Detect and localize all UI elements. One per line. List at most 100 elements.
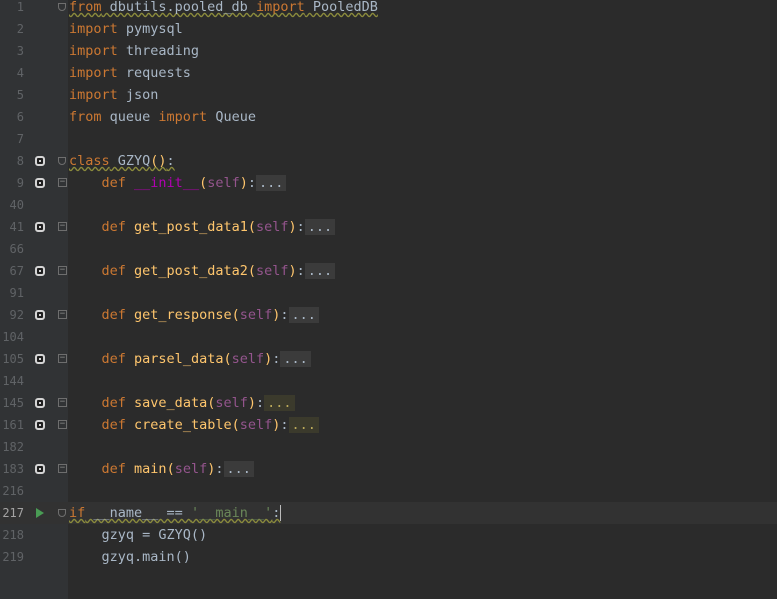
code-token: def [101,417,126,433]
code-token: self [231,351,265,367]
fold-toggle-icon[interactable]: − [58,222,67,231]
code-token: parsel_data [134,351,224,367]
code-line-182[interactable]: 182 [0,436,777,458]
fold-toggle-icon[interactable] [58,509,66,517]
code-text[interactable]: def create_table(self):... [69,414,319,436]
breakpoint-icon[interactable] [33,396,47,410]
code-line-2[interactable]: 2 import pymysql [0,18,777,40]
code-token: ( [231,417,240,433]
breakpoint-icon[interactable] [33,154,47,168]
code-line-161[interactable]: 161 − def create_table(self):... [0,414,777,436]
code-line-8[interactable]: 8 class GZYQ(): [0,150,777,172]
code-text[interactable]: def get_response(self):... [69,304,319,326]
code-text[interactable]: import pymysql [69,18,183,40]
code-editor[interactable]: 1 from dbutils.pooled_db import PooledDB 2… [0,0,777,599]
code-text[interactable]: from dbutils.pooled_db import PooledDB [69,0,378,18]
fold-toggle-icon[interactable]: − [58,354,67,363]
code-line-144[interactable]: 144 [0,370,777,392]
code-token: __init__ [134,175,200,191]
code-token: def [101,395,126,411]
code-line-6[interactable]: 6 from queue import Queue [0,106,777,128]
code-line-183[interactable]: 183 − def main(self):... [0,458,777,480]
code-text[interactable]: gzyq.main() [69,546,191,568]
folded-region[interactable]: ... [288,417,319,433]
breakpoint-icon[interactable] [33,220,47,234]
code-line-3[interactable]: 3 import threading [0,40,777,62]
code-text[interactable]: def get_post_data1(self):... [69,216,336,238]
fold-toggle-icon[interactable]: − [58,266,67,275]
code-token: def [101,351,126,367]
code-text[interactable]: if __name__ == '__main__': [69,502,282,524]
code-line-5[interactable]: 5 import json [0,84,777,106]
code-line-4[interactable]: 4 import requests [0,62,777,84]
run-icon[interactable] [33,506,47,520]
folded-region[interactable]: ... [264,395,295,411]
folded-region[interactable]: ... [304,263,336,279]
code-line-105[interactable]: 105 − def parsel_data(self):... [0,348,777,370]
fold-toggle-icon[interactable]: − [58,464,67,473]
folded-region[interactable]: ... [280,351,311,367]
code-line-7[interactable]: 7 [0,128,777,150]
code-line-40[interactable]: 40 [0,194,777,216]
breakpoint-icon[interactable] [33,308,47,322]
line-number: 41 [9,220,24,234]
breakpoint-icon[interactable] [33,418,47,432]
line-number: 161 [2,418,24,432]
fold-toggle-icon[interactable] [58,3,66,11]
code-text[interactable]: from queue import Queue [69,106,256,128]
code-token: from [69,0,102,15]
code-token: self [255,263,289,279]
code-line-9[interactable]: 9 − def __init__(self):... [0,172,777,194]
code-line-92[interactable]: 92 − def get_response(self):... [0,304,777,326]
line-number: 6 [16,110,24,124]
code-text[interactable]: def parsel_data(self):... [69,348,311,370]
code-line-145[interactable]: 145 − def save_data(self):... [0,392,777,414]
code-token: ( [199,175,208,191]
code-line-1[interactable]: 1 from dbutils.pooled_db import PooledDB [0,0,777,18]
line-number: 219 [2,550,24,564]
code-line-67[interactable]: 67 − def get_post_data2(self):... [0,260,777,282]
code-line-91[interactable]: 91 [0,282,777,304]
code-token: ( [247,219,256,235]
code-token: : [256,395,265,411]
folded-region[interactable]: ... [304,219,336,235]
code-text[interactable]: import requests [69,62,191,84]
code-text[interactable]: import json [69,84,158,106]
code-line-104[interactable]: 104 [0,326,777,348]
code-token: ( [247,263,256,279]
fold-toggle-icon[interactable]: − [58,420,67,429]
fold-toggle-icon[interactable] [58,157,66,165]
line-number: 66 [9,242,24,256]
code-token: create_table [134,417,232,433]
breakpoint-icon[interactable] [33,264,47,278]
code-text[interactable]: def get_post_data2(self):... [69,260,336,282]
code-line-216[interactable]: 216 [0,480,777,502]
code-token: () [150,153,167,169]
code-text[interactable]: def main(self):... [69,458,254,480]
code-token: PooledDB [304,0,378,15]
folded-region[interactable]: ... [288,307,319,323]
code-token: : [296,219,305,235]
folded-region[interactable]: ... [223,461,254,477]
code-text[interactable]: def __init__(self):... [69,172,287,194]
code-token: requests [117,65,191,81]
fold-toggle-icon[interactable]: − [58,398,67,407]
folded-region[interactable]: ... [256,175,287,191]
code-text[interactable]: import threading [69,40,199,62]
line-number: 216 [2,484,24,498]
code-line-217[interactable]: 217 if __name__ == '__main__': [0,502,777,524]
code-text[interactable]: class GZYQ(): [69,150,175,172]
code-line-219[interactable]: 219 gzyq.main() [0,546,777,568]
code-text[interactable]: def save_data(self):... [69,392,295,414]
code-line-218[interactable]: 218 gzyq = GZYQ() [0,524,777,546]
fold-toggle-icon[interactable]: − [58,178,67,187]
fold-toggle-icon[interactable]: − [58,310,67,319]
breakpoint-icon[interactable] [33,352,47,366]
code-line-66[interactable]: 66 [0,238,777,260]
code-line-41[interactable]: 41 − def get_post_data1(self):... [0,216,777,238]
breakpoint-icon[interactable] [33,462,47,476]
code-text[interactable]: gzyq = GZYQ() [69,524,208,546]
breakpoint-icon[interactable] [33,176,47,190]
